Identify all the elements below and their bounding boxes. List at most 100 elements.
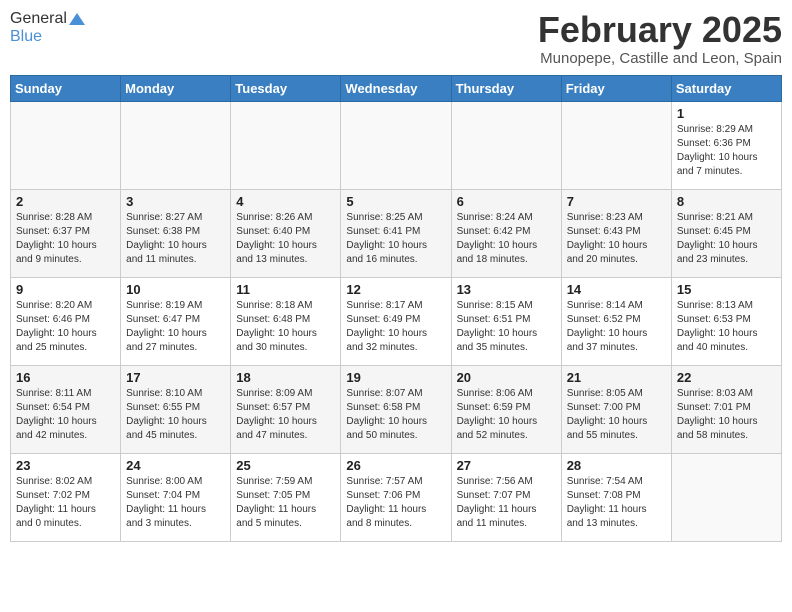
day-info: Sunrise: 8:13 AM Sunset: 6:53 PM Dayligh… — [677, 299, 776, 355]
day-info: Sunrise: 8:21 AM Sunset: 6:45 PM Dayligh… — [677, 211, 776, 267]
day-number: 22 — [677, 370, 776, 385]
day-number: 10 — [126, 282, 225, 297]
logo-blue-text: Blue — [10, 28, 42, 46]
day-number: 7 — [567, 194, 666, 209]
calendar-cell: 17 Sunrise: 8:10 AM Sunset: 6:55 PM Dayli… — [121, 365, 231, 453]
day-number: 1 — [677, 106, 776, 121]
calendar-cell: 2Sunrise: 8:28 AM Sunset: 6:37 PM Daylig… — [11, 189, 121, 277]
calendar-cell: 9 Sunrise: 8:20 AM Sunset: 6:46 PM Daylig… — [11, 277, 121, 365]
calendar-cell: 15 Sunrise: 8:13 AM Sunset: 6:53 PM Dayli… — [671, 277, 781, 365]
calendar-cell: 3 Sunrise: 8:27 AM Sunset: 6:38 PM Daylig… — [121, 189, 231, 277]
day-info: Sunrise: 8:06 AM Sunset: 6:59 PM Dayligh… — [457, 387, 556, 443]
day-number: 28 — [567, 458, 666, 473]
calendar-header-sunday: Sunday — [11, 75, 121, 101]
calendar-cell — [341, 101, 451, 189]
day-number: 19 — [346, 370, 445, 385]
calendar-header-row: SundayMondayTuesdayWednesdayThursdayFrid… — [11, 75, 782, 101]
day-info: Sunrise: 8:02 AM Sunset: 7:02 PM Dayligh… — [16, 475, 115, 531]
day-info: Sunrise: 8:00 AM Sunset: 7:04 PM Dayligh… — [126, 475, 225, 531]
day-number: 5 — [346, 194, 445, 209]
calendar-week-row: 2Sunrise: 8:28 AM Sunset: 6:37 PM Daylig… — [11, 189, 782, 277]
day-info: Sunrise: 8:09 AM Sunset: 6:57 PM Dayligh… — [236, 387, 335, 443]
calendar-cell: 1 Sunrise: 8:29 AM Sunset: 6:36 PM Daylig… — [671, 101, 781, 189]
calendar-cell: 21 Sunrise: 8:05 AM Sunset: 7:00 PM Dayli… — [561, 365, 671, 453]
day-number: 25 — [236, 458, 335, 473]
day-number: 26 — [346, 458, 445, 473]
calendar-cell — [231, 101, 341, 189]
day-info: Sunrise: 8:28 AM Sunset: 6:37 PM Dayligh… — [16, 211, 115, 267]
day-info: Sunrise: 8:25 AM Sunset: 6:41 PM Dayligh… — [346, 211, 445, 267]
day-info: Sunrise: 7:54 AM Sunset: 7:08 PM Dayligh… — [567, 475, 666, 531]
calendar-cell — [561, 101, 671, 189]
day-info: Sunrise: 8:29 AM Sunset: 6:36 PM Dayligh… — [677, 123, 776, 179]
day-number: 21 — [567, 370, 666, 385]
calendar-cell: 26 Sunrise: 7:57 AM Sunset: 7:06 PM Dayli… — [341, 453, 451, 541]
calendar-cell: 24 Sunrise: 8:00 AM Sunset: 7:04 PM Dayli… — [121, 453, 231, 541]
day-number: 16 — [16, 370, 115, 385]
day-number: 24 — [126, 458, 225, 473]
calendar-cell: 20 Sunrise: 8:06 AM Sunset: 6:59 PM Dayli… — [451, 365, 561, 453]
day-info: Sunrise: 8:05 AM Sunset: 7:00 PM Dayligh… — [567, 387, 666, 443]
day-number: 8 — [677, 194, 776, 209]
day-info: Sunrise: 8:18 AM Sunset: 6:48 PM Dayligh… — [236, 299, 335, 355]
calendar-header-wednesday: Wednesday — [341, 75, 451, 101]
day-number: 27 — [457, 458, 556, 473]
day-info: Sunrise: 7:56 AM Sunset: 7:07 PM Dayligh… — [457, 475, 556, 531]
day-number: 12 — [346, 282, 445, 297]
day-number: 17 — [126, 370, 225, 385]
day-info: Sunrise: 8:26 AM Sunset: 6:40 PM Dayligh… — [236, 211, 335, 267]
day-info: Sunrise: 8:11 AM Sunset: 6:54 PM Dayligh… — [16, 387, 115, 443]
location-subtitle: Munopepe, Castille and Leon, Spain — [538, 50, 782, 67]
calendar-cell: 28 Sunrise: 7:54 AM Sunset: 7:08 PM Dayli… — [561, 453, 671, 541]
page-header: General Blue February 2025 Munopepe, Cas… — [10, 10, 782, 67]
calendar-cell: 22 Sunrise: 8:03 AM Sunset: 7:01 PM Dayli… — [671, 365, 781, 453]
calendar-cell: 7 Sunrise: 8:23 AM Sunset: 6:43 PM Daylig… — [561, 189, 671, 277]
day-info: Sunrise: 8:19 AM Sunset: 6:47 PM Dayligh… — [126, 299, 225, 355]
calendar-table: SundayMondayTuesdayWednesdayThursdayFrid… — [10, 75, 782, 542]
calendar-cell — [451, 101, 561, 189]
day-info: Sunrise: 8:03 AM Sunset: 7:01 PM Dayligh… — [677, 387, 776, 443]
day-info: Sunrise: 8:24 AM Sunset: 6:42 PM Dayligh… — [457, 211, 556, 267]
day-info: Sunrise: 8:27 AM Sunset: 6:38 PM Dayligh… — [126, 211, 225, 267]
day-number: 6 — [457, 194, 556, 209]
day-number: 9 — [16, 282, 115, 297]
month-year-title: February 2025 — [538, 10, 782, 50]
day-info: Sunrise: 8:15 AM Sunset: 6:51 PM Dayligh… — [457, 299, 556, 355]
day-number: 14 — [567, 282, 666, 297]
calendar-cell: 6 Sunrise: 8:24 AM Sunset: 6:42 PM Daylig… — [451, 189, 561, 277]
calendar-cell: 25 Sunrise: 7:59 AM Sunset: 7:05 PM Dayli… — [231, 453, 341, 541]
day-info: Sunrise: 8:17 AM Sunset: 6:49 PM Dayligh… — [346, 299, 445, 355]
calendar-header-thursday: Thursday — [451, 75, 561, 101]
calendar-cell: 12 Sunrise: 8:17 AM Sunset: 6:49 PM Dayli… — [341, 277, 451, 365]
day-number: 18 — [236, 370, 335, 385]
calendar-cell: 19 Sunrise: 8:07 AM Sunset: 6:58 PM Dayli… — [341, 365, 451, 453]
logo-triangle-icon — [69, 13, 85, 25]
day-info: Sunrise: 8:23 AM Sunset: 6:43 PM Dayligh… — [567, 211, 666, 267]
calendar-cell: 4Sunrise: 8:26 AM Sunset: 6:40 PM Daylig… — [231, 189, 341, 277]
logo: General Blue — [10, 10, 85, 46]
calendar-week-row: 1 Sunrise: 8:29 AM Sunset: 6:36 PM Daylig… — [11, 101, 782, 189]
calendar-cell: 27 Sunrise: 7:56 AM Sunset: 7:07 PM Dayli… — [451, 453, 561, 541]
calendar-cell — [11, 101, 121, 189]
calendar-week-row: 23Sunrise: 8:02 AM Sunset: 7:02 PM Dayli… — [11, 453, 782, 541]
calendar-week-row: 16 Sunrise: 8:11 AM Sunset: 6:54 PM Dayli… — [11, 365, 782, 453]
calendar-cell: 23Sunrise: 8:02 AM Sunset: 7:02 PM Dayli… — [11, 453, 121, 541]
day-info: Sunrise: 8:10 AM Sunset: 6:55 PM Dayligh… — [126, 387, 225, 443]
calendar-header-friday: Friday — [561, 75, 671, 101]
day-info: Sunrise: 7:57 AM Sunset: 7:06 PM Dayligh… — [346, 475, 445, 531]
logo-general-text: General — [10, 10, 67, 27]
calendar-cell: 18 Sunrise: 8:09 AM Sunset: 6:57 PM Dayli… — [231, 365, 341, 453]
calendar-cell: 8 Sunrise: 8:21 AM Sunset: 6:45 PM Daylig… — [671, 189, 781, 277]
calendar-cell — [671, 453, 781, 541]
title-section: February 2025 Munopepe, Castille and Leo… — [538, 10, 782, 67]
day-info: Sunrise: 8:20 AM Sunset: 6:46 PM Dayligh… — [16, 299, 115, 355]
calendar-header-tuesday: Tuesday — [231, 75, 341, 101]
day-info: Sunrise: 8:14 AM Sunset: 6:52 PM Dayligh… — [567, 299, 666, 355]
calendar-cell: 5 Sunrise: 8:25 AM Sunset: 6:41 PM Daylig… — [341, 189, 451, 277]
day-info: Sunrise: 7:59 AM Sunset: 7:05 PM Dayligh… — [236, 475, 335, 531]
day-number: 20 — [457, 370, 556, 385]
day-number: 3 — [126, 194, 225, 209]
day-info: Sunrise: 8:07 AM Sunset: 6:58 PM Dayligh… — [346, 387, 445, 443]
calendar-cell — [121, 101, 231, 189]
day-number: 15 — [677, 282, 776, 297]
